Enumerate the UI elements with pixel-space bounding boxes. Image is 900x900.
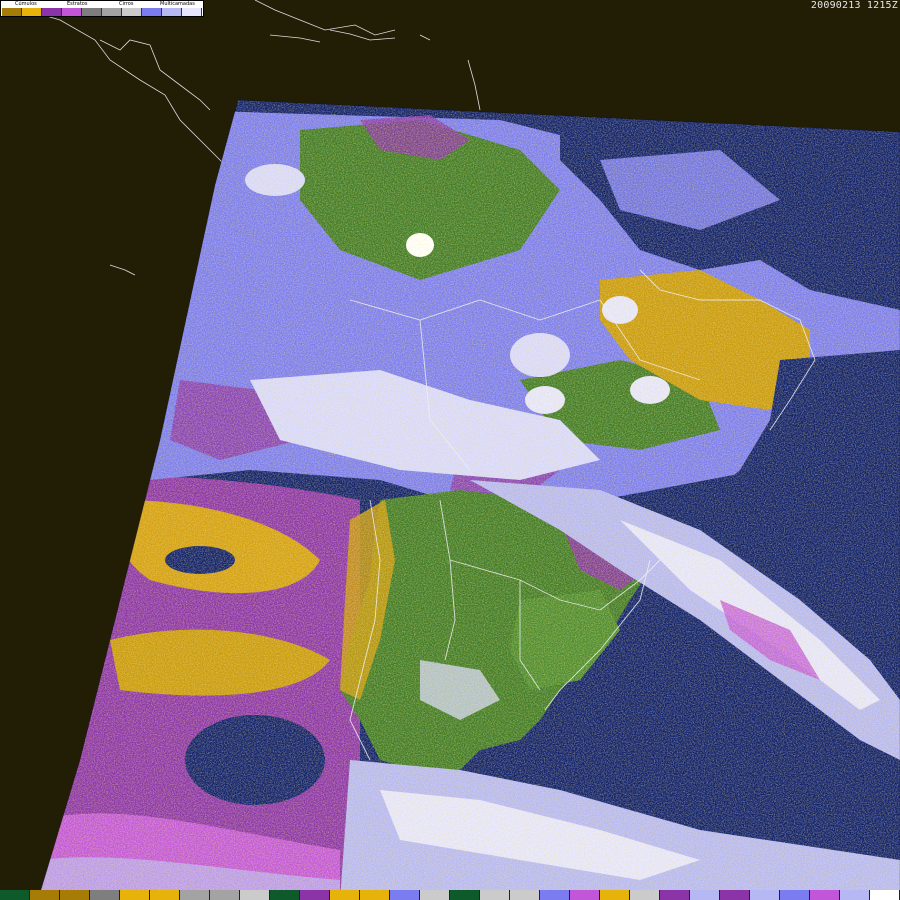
legend-swatch: [22, 8, 42, 16]
bottom-bar-swatch: [540, 890, 570, 900]
legend-swatch: [62, 8, 82, 16]
legend-color-scale: [2, 8, 202, 16]
bottom-bar-swatch: [840, 890, 870, 900]
bottom-bar-swatch: [0, 890, 30, 900]
legend-swatch: [82, 8, 102, 16]
legend-swatch: [42, 8, 62, 16]
bottom-bar-swatch: [480, 890, 510, 900]
bottom-bar-swatch: [120, 890, 150, 900]
legend-swatch: [122, 8, 142, 16]
legend-swatch: [162, 8, 182, 16]
bottom-bar-swatch: [390, 890, 420, 900]
bottom-bar-swatch: [420, 890, 450, 900]
bottom-bar-swatch: [150, 890, 180, 900]
bottom-bar-swatch: [600, 890, 630, 900]
legend-label-stratus: Estratos: [67, 1, 88, 7]
legend-label-cumulus: Cúmulos: [15, 1, 37, 7]
legend-swatch: [2, 8, 22, 16]
bottom-bar-swatch: [630, 890, 660, 900]
bottom-bar-swatch: [870, 890, 900, 900]
satellite-cloud-map: [0, 0, 900, 900]
legend-swatch: [102, 8, 122, 16]
bottom-bar-swatch: [780, 890, 810, 900]
bottom-bar-swatch: [360, 890, 390, 900]
bottom-bar-swatch: [90, 890, 120, 900]
bottom-bar-swatch: [510, 890, 540, 900]
legend-label-cirrus: Cirros: [119, 1, 134, 7]
bottom-bar-swatch: [180, 890, 210, 900]
legend-label-multilayer: Multicamadas: [160, 1, 195, 7]
bottom-bar-swatch: [240, 890, 270, 900]
bottom-bar-swatch: [720, 890, 750, 900]
bottom-bar-swatch: [330, 890, 360, 900]
bottom-bar-swatch: [450, 890, 480, 900]
bottom-bar-swatch: [570, 890, 600, 900]
cloud-type-legend: Cúmulos Estratos Cirros Multicamadas: [0, 0, 204, 17]
bottom-bar-swatch: [690, 890, 720, 900]
bottom-color-bar: [0, 890, 900, 900]
legend-swatch: [182, 8, 202, 16]
bottom-bar-swatch: [810, 890, 840, 900]
bottom-bar-swatch: [270, 890, 300, 900]
image-timestamp: 20090213 1215Z: [810, 0, 898, 11]
bottom-bar-swatch: [660, 890, 690, 900]
bottom-bar-swatch: [30, 890, 60, 900]
bottom-bar-swatch: [750, 890, 780, 900]
legend-swatch: [142, 8, 162, 16]
bottom-bar-swatch: [210, 890, 240, 900]
bottom-bar-swatch: [60, 890, 90, 900]
bottom-bar-swatch: [300, 890, 330, 900]
